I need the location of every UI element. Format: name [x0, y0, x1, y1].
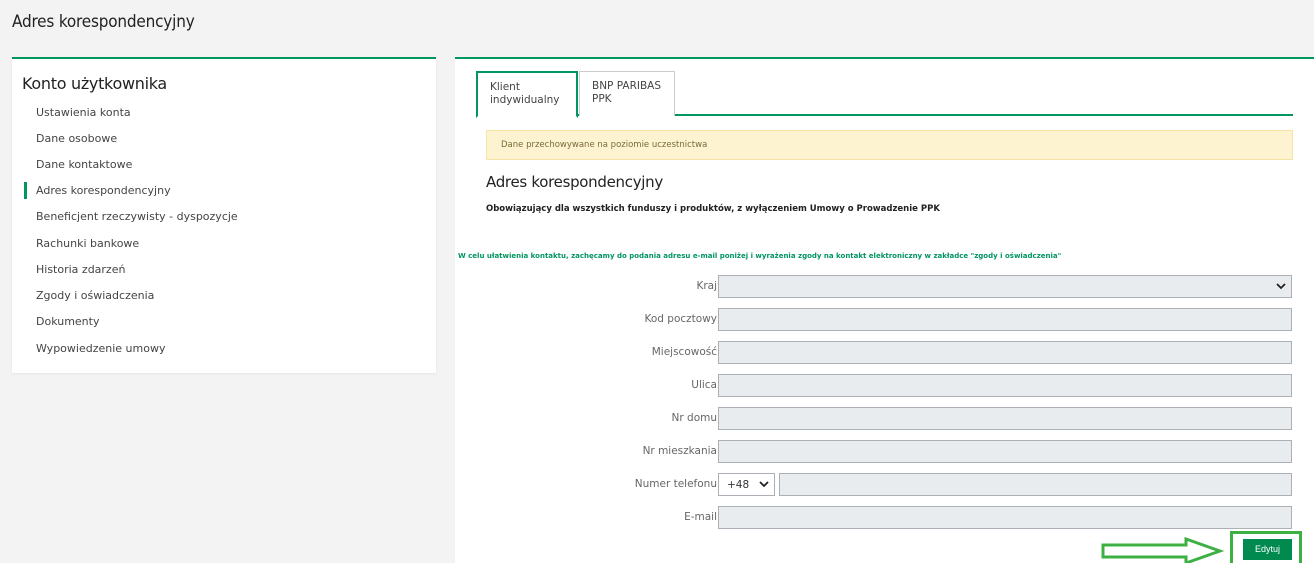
chevron-down-icon	[759, 478, 769, 491]
tab-bnp-paribas-ppk[interactable]: BNP PARIBAS PPK	[579, 71, 675, 116]
tab-label-line2: indywidualny	[490, 94, 560, 106]
phone-prefix-value: +48	[727, 478, 750, 491]
phone-number-field[interactable]	[779, 473, 1292, 496]
email-field[interactable]	[718, 506, 1292, 529]
tab-label-line2: PPK	[592, 93, 612, 105]
street-field[interactable]	[718, 374, 1292, 397]
sidebar-item-correspondence-address[interactable]: Adres korespondencyjny	[24, 182, 171, 199]
phone-prefix-select[interactable]: +48	[718, 473, 775, 496]
sidebar-item-beneficial-owner[interactable]: Beneficjent rzeczywisty - dyspozycje	[36, 209, 238, 225]
section-subtitle: Obowiązujący dla wszystkich funduszy i p…	[486, 204, 940, 214]
city-field[interactable]	[718, 341, 1292, 364]
phone-label: Numer telefonu	[634, 478, 717, 490]
section-title: Adres korespondencyjny	[486, 173, 663, 191]
sidebar-title: Konto użytkownika	[22, 74, 167, 93]
sidebar-item-consents[interactable]: Zgody i oświadczenia	[36, 288, 154, 304]
city-label: Miejscowość	[651, 346, 717, 358]
sidebar-item-account-settings[interactable]: Ustawienia konta	[36, 105, 131, 121]
sidebar-item-documents[interactable]: Dokumenty	[36, 314, 99, 330]
tab-label-line1: Klient	[490, 81, 520, 93]
postal-code-field[interactable]	[718, 308, 1292, 331]
country-select[interactable]	[718, 275, 1292, 298]
apartment-number-field[interactable]	[718, 440, 1292, 463]
contact-encouragement-note: W celu ułatwienia kontaktu, zachęcamy do…	[458, 252, 1062, 260]
apartment-number-label: Nr mieszkania	[642, 445, 717, 457]
tab-individual-client[interactable]: Klient indywidualny	[476, 71, 578, 118]
country-label: Kraj	[696, 280, 717, 292]
house-number-label: Nr domu	[671, 412, 717, 424]
sidebar-item-event-history[interactable]: Historia zdarzeń	[36, 262, 125, 278]
tabs: Klient indywidualny BNP PARIBAS PPK	[476, 71, 1293, 118]
chevron-down-icon	[1276, 280, 1286, 293]
house-number-field[interactable]	[718, 407, 1292, 430]
email-label: E-mail	[684, 511, 717, 523]
edit-button[interactable]: Edytuj	[1243, 539, 1292, 560]
sidebar-item-personal-data[interactable]: Dane osobowe	[36, 131, 117, 147]
sidebar-item-contract-termination[interactable]: Wypowiedzenie umowy	[36, 341, 165, 357]
tab-label-line1: BNP PARIBAS	[592, 80, 662, 92]
sidebar-item-contact-data[interactable]: Dane kontaktowe	[36, 157, 132, 173]
street-label: Ulica	[691, 379, 717, 391]
arrow-right-icon	[1101, 537, 1224, 563]
main-panel: Klient indywidualny BNP PARIBAS PPK Dane…	[455, 57, 1314, 563]
postal-code-label: Kod pocztowy	[644, 313, 717, 325]
sidebar-item-bank-accounts[interactable]: Rachunki bankowe	[36, 236, 139, 252]
page-title: Adres korespondencyjny	[12, 12, 195, 32]
sidebar: Konto użytkownika Ustawienia konta Dane …	[12, 57, 436, 373]
info-notice: Dane przechowywane na poziomie uczestnic…	[486, 130, 1293, 160]
